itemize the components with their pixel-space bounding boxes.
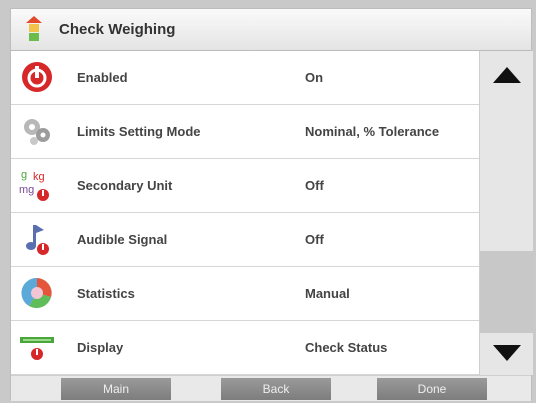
svg-text:g: g [21, 169, 27, 181]
title-bar: Check Weighing [11, 9, 531, 51]
row-value: Check Status [305, 340, 388, 355]
row-label: Secondary Unit [77, 178, 173, 193]
statistics-icon [21, 277, 52, 309]
check-weighing-screen: Check Weighing Enabled On Limits Setting… [10, 8, 534, 401]
row-audible-signal[interactable]: Audible Signal Off [11, 213, 479, 267]
row-value: Nominal, % Tolerance [305, 124, 440, 139]
done-button[interactable]: Done [377, 378, 487, 400]
row-secondary-unit[interactable]: g kg mg Secondary Unit Off [11, 159, 479, 213]
arrow-down-icon [493, 345, 521, 361]
row-value: Off [305, 232, 324, 247]
row-enabled[interactable]: Enabled On [11, 51, 479, 105]
scrollbar[interactable] [479, 51, 534, 375]
scroll-down-button[interactable] [480, 331, 534, 375]
row-label: Audible Signal [77, 232, 168, 247]
display-icon [20, 337, 54, 360]
power-icon [22, 62, 52, 92]
settings-list: Enabled On Limits Setting Mode Nominal, … [11, 51, 479, 375]
row-label: Display [77, 340, 124, 355]
row-value: On [305, 70, 324, 85]
row-display[interactable]: Display Check Status [11, 321, 479, 375]
scroll-thumb[interactable] [480, 251, 534, 333]
arrow-up-icon [493, 67, 521, 83]
svg-text:mg: mg [19, 184, 34, 196]
row-statistics[interactable]: Statistics Manual [11, 267, 479, 321]
svg-text:kg: kg [33, 171, 45, 183]
row-label: Statistics [77, 286, 135, 301]
row-value: Off [305, 178, 324, 193]
traffic-light-icon [26, 16, 42, 41]
page-title: Check Weighing [59, 21, 176, 38]
main-button[interactable]: Main [61, 378, 171, 400]
units-g-kg-mg-icon: g kg mg [19, 169, 49, 201]
back-button[interactable]: Back [221, 378, 331, 400]
footer-bar: Main Back Done [11, 375, 531, 401]
row-label: Enabled [77, 70, 128, 85]
row-label: Limits Setting Mode [77, 124, 201, 139]
row-value: Manual [305, 286, 350, 301]
music-note-icon [26, 225, 49, 255]
row-limits-setting-mode[interactable]: Limits Setting Mode Nominal, % Tolerance [11, 105, 479, 159]
gears-icon [24, 119, 50, 145]
scroll-up-button[interactable] [480, 51, 534, 95]
